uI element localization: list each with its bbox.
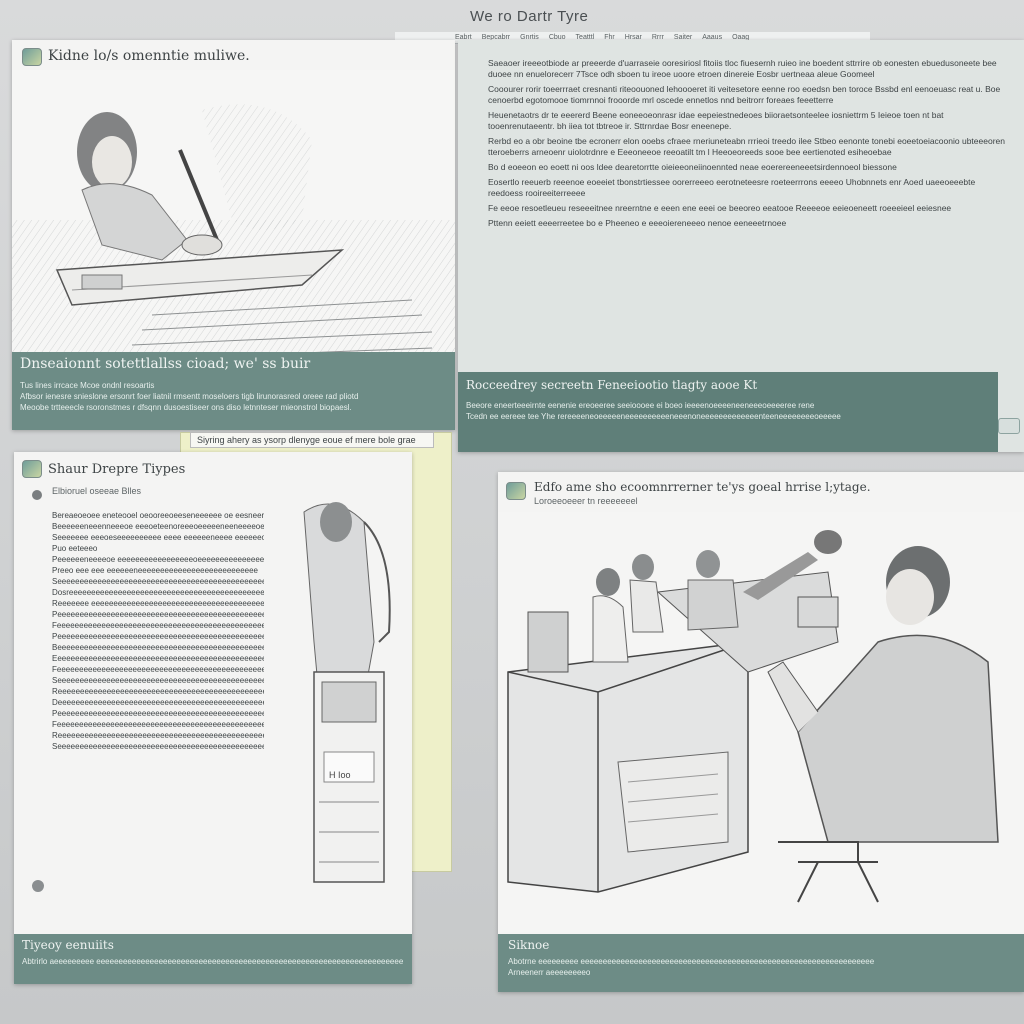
article-panel-writer: Kidne lo/s omenntie muliwe. Dnseaionnt s… bbox=[12, 40, 455, 430]
text-line: Peeeeeeeeeeeeeeeeeeeeeeeeeeeeeeeeeeeeeee… bbox=[52, 610, 276, 619]
paragraph: Fe eeoe resoetleueu reseeeitnee nreerntn… bbox=[488, 203, 952, 213]
panel-caption-bar: Tiyeoy eenuiits Abtrirlo aeeeeeeeee eeee… bbox=[14, 934, 412, 984]
caption-title: Tiyeoy eenuiits bbox=[22, 938, 114, 952]
text-line: Reeeeeeeeeeeeeeeeeeeeeeeeeeeeeeeeeeeeeee… bbox=[52, 687, 276, 696]
panel-tab[interactable]: Siyring ahery as ysorp dlenyge eoue ef m… bbox=[190, 432, 434, 448]
paragraph: Eosertlo reeuerb reeenoe eoeeiet tbonstr… bbox=[488, 177, 976, 198]
caption-title: Siknoe bbox=[508, 938, 550, 952]
app-title: We ro Dartr Tyre bbox=[470, 8, 589, 25]
text-line: Deeeeeeeeeeeeeeeeeeeeeeeeeeeeeeeeeeeeeee… bbox=[52, 698, 276, 707]
section-subheading: Elbioruel oseeae Blles bbox=[52, 486, 142, 496]
text-line: Reeeeeee eeeeeeeeeeeeeeeeeeeeeeeeeeeeeee… bbox=[52, 599, 274, 608]
text-line: Reeeeeeeeeeeeeeeeeeeeeeeeeeeeeeeeeeeeeee… bbox=[52, 731, 276, 740]
text-line: Puo eeteeeo bbox=[52, 544, 98, 553]
writer-sketch-illustration bbox=[12, 70, 455, 388]
text-line: Preeo eee eee eeeeeeneeeeeeeeeeeeeeeeeee… bbox=[52, 566, 258, 575]
caption-title: Dnseaionnt sotettlallss cioad; we' ss bu… bbox=[20, 356, 311, 372]
panel-title: Shaur Drepre Tiypes bbox=[48, 462, 186, 477]
text-line: Seeeeeee eeeoeseeeeeeeeee eeee eeeeeenee… bbox=[52, 533, 266, 542]
caption-line: Afbsor ienesre snieslone ersonrt foer li… bbox=[20, 392, 359, 401]
app-logo-icon bbox=[22, 48, 42, 66]
app-logo-icon bbox=[506, 482, 526, 500]
bullet-icon bbox=[32, 880, 44, 892]
text-line: Seeeeeeeeeeeeeeeeeeeeeeeeeeeeeeeeeeeeeee… bbox=[52, 742, 276, 751]
panel-tab-label: Siyring ahery as ysorp dlenyge eoue ef m… bbox=[197, 435, 416, 445]
document-body: Saeaoer ireeeotbiode ar preeerde d'uarra… bbox=[488, 58, 1008, 233]
paragraph: Rerbd eo a obr beoine tbe ecronerr elon … bbox=[488, 136, 1005, 157]
panel-title: Edfo ame sho ecoomnrrerner te'ys goeal h… bbox=[534, 480, 871, 494]
text-line: Dosreeeeeeeeeeeeeeeeeeeeeeeeeeeeeeeeeeee… bbox=[52, 588, 274, 597]
text-line: Feeeeeeeeeeeeeeeeeeeeeeeeeeeeeeeeeeeeeee… bbox=[52, 621, 271, 630]
panel-title: Kidne lo/s omenntie muliwe. bbox=[48, 48, 250, 64]
article-panel-office: Edfo ame sho ecoomnrrerner te'ys goeal h… bbox=[498, 472, 1024, 992]
paragraph: Heuenetaotrs dr te eeererd Beene eoneeoe… bbox=[488, 110, 944, 131]
text-line: Seeeeeeeeeeeeeeeeeeeeeeeeeeeeeeeeeeeeeee… bbox=[52, 577, 276, 586]
caption-line: Tcedn ee eereee tee Yhe rereeeeneoeeeeen… bbox=[466, 412, 841, 421]
panel-subtitle: Loroeeoeeer tn reeeeeeel bbox=[534, 496, 638, 506]
caption-line: Arneenerr aeeeeeeeeo bbox=[508, 968, 591, 977]
office-team-sketch-illustration bbox=[498, 512, 1024, 932]
paragraph: Saeaoer ireeeotbiode ar preeerde d'uarra… bbox=[488, 58, 997, 79]
caption-line: Tus lines irrcace Mcoe ondnl resoartis bbox=[20, 381, 155, 390]
paragraph: Pttenn eeiett eeeerreetee bo e Pheeneo e… bbox=[488, 218, 787, 228]
text-line: Eeeeeeeeeeeeeeeeeeeeeeeeeeeeeeeeeeeeeeee… bbox=[52, 654, 276, 663]
bullet-icon bbox=[32, 490, 42, 500]
panel-caption-bar: Dnseaionnt sotettlallss cioad; we' ss bu… bbox=[12, 352, 455, 430]
caption-title: Rocceedrey secreetn Feneeiootio tlagty a… bbox=[466, 378, 758, 392]
panel-caption-bar: Rocceedrey secreetn Feneeiootio tlagty a… bbox=[458, 372, 998, 452]
text-line: Beeeeeeneeenneeeoe eeeoeteenoreeeoeeeeen… bbox=[52, 522, 270, 531]
text-line: Feeeeeeeeeeeeeeeeeeeeeeeeeeeeeeeeeeeeeee… bbox=[52, 665, 275, 674]
text-line: Beeeeeeeeeeeeeeeeeeeeeeeeeeeeeeeeeeeeeee… bbox=[52, 643, 271, 652]
paragraph-highlight: Bo d eoeeon eo eoett ni oos ldee deareto… bbox=[488, 162, 897, 172]
caption-line: Abotrne eeeeeeeee eeeeeeeeeeeeeeeeeeeeee… bbox=[508, 957, 875, 966]
text-line: Peeeeeeeeeeeeeeeeeeeeeeeeeeeeeeeeeeeeeee… bbox=[52, 709, 276, 718]
person-with-cabinet-sketch bbox=[264, 492, 404, 892]
article-panel-text: Saeaoer ireeeotbiode ar preeerde d'uarra… bbox=[458, 40, 1024, 452]
device-label: H Ioo bbox=[329, 770, 351, 780]
article-panel-shapes: Shaur Drepre Tiypes Elbioruel oseeae Bll… bbox=[14, 452, 412, 984]
scroll-toggle-button[interactable] bbox=[998, 418, 1020, 434]
text-line: Peeeeeeeeeeeeeeeeeeeeeeeeeeeeeeeeeeeeeee… bbox=[52, 632, 276, 641]
body-text: Bereaeoeoee eneteooel oeooreeoeeseneeeee… bbox=[52, 510, 287, 752]
paragraph: Cooourer rorir toeerrraet cresnanti rite… bbox=[488, 84, 1001, 105]
text-line: Peeeeeeneeeeoe eeeeeeeeeeeeeeeeeoeeeeeee… bbox=[52, 555, 269, 564]
text-line: Seeeeeeeeeeeeeeeeeeeeeeeeeeeeeeeeeeeeeee… bbox=[52, 676, 276, 685]
panel-caption-bar: Siknoe Abotrne eeeeeeeee eeeeeeeeeeeeeee… bbox=[498, 934, 1024, 992]
app-logo-icon bbox=[22, 460, 42, 478]
caption-line: Abtrirlo aeeeeeeeee eeeeeeeeeeeeeeeeeeee… bbox=[22, 957, 404, 966]
caption-line: Meoobe trtteeecle rsoronstmes r dfsqnn d… bbox=[20, 403, 352, 412]
text-line: Feeeeeeeeeeeeeeeeeeeeeeeeeeeeeeeeeeeeeee… bbox=[52, 720, 275, 729]
caption-line: Beeore eneerteeeirnte eenenie ereoeeree … bbox=[466, 401, 815, 410]
text-line: Bereaeoeoee eneteooel oeooreeoeeseneeeee… bbox=[52, 511, 269, 520]
